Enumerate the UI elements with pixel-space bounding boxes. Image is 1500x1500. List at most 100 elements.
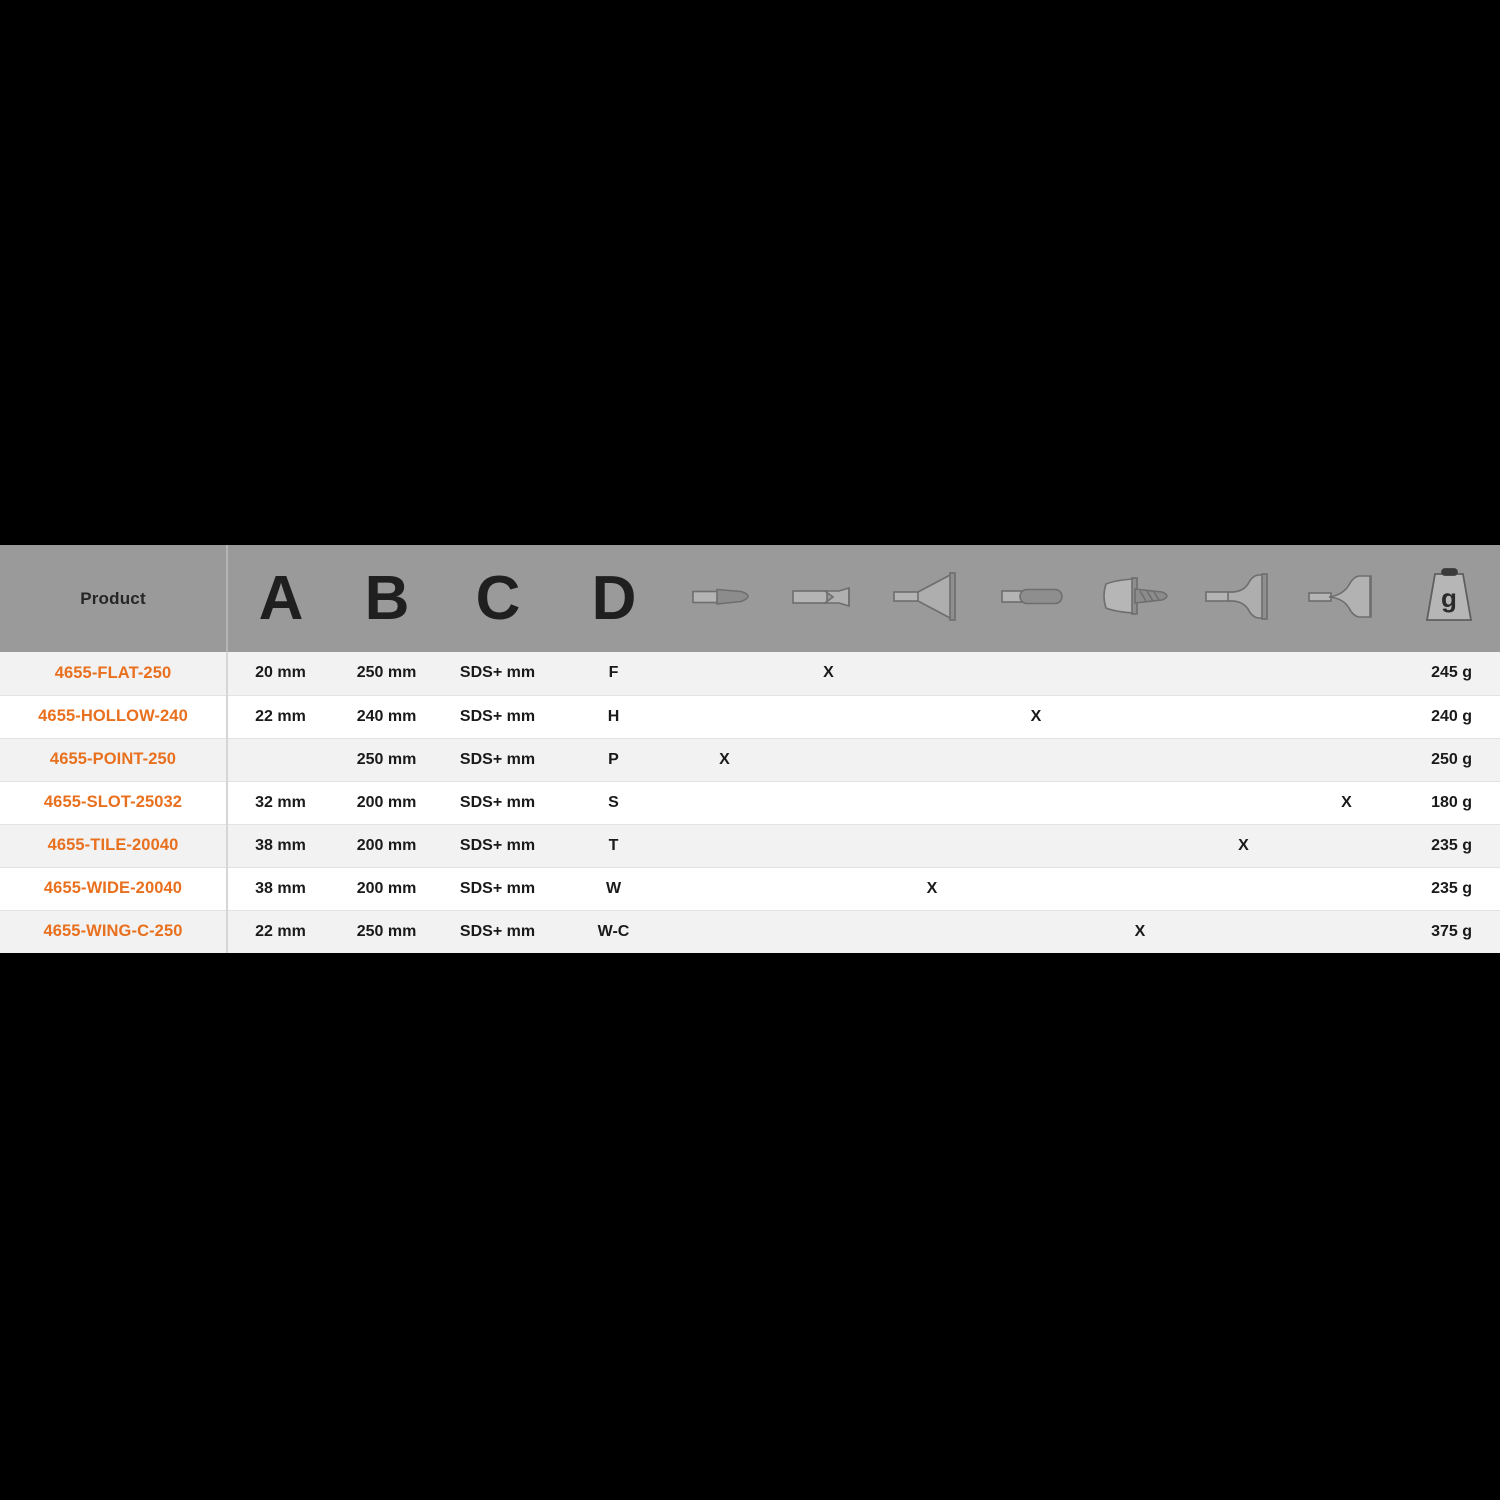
column-header-flat-chisel [777, 545, 880, 652]
column-header-hollow-chisel [984, 545, 1088, 652]
availability-mark-cell-hollow [984, 866, 1088, 910]
column-header-wing-chisel [1088, 545, 1192, 652]
dimension-cell-b: 240 mm [333, 694, 440, 738]
dimension-cell-a [227, 737, 333, 781]
availability-mark-cell-flat [777, 823, 880, 867]
column-header-tile-chisel [1192, 545, 1295, 652]
availability-mark-cell-wing [1088, 737, 1192, 781]
availability-mark-cell-wing [1088, 652, 1192, 695]
table-row: 4655-WING-C-250 22 mm 250 mm SDS+ mm W-C X 375… [0, 909, 1500, 953]
availability-mark-cell-tile [1192, 737, 1295, 781]
column-header-product: Product [0, 545, 228, 652]
availability-mark-cell-wide [880, 652, 984, 695]
product-code-cell[interactable]: 4655-SLOT-25032 [0, 780, 228, 824]
availability-mark-cell-wide [880, 823, 984, 867]
table-row: 4655-WIDE-20040 38 mm 200 mm SDS+ mm W X 235 g [0, 866, 1500, 910]
product-spec-table-container: Product A B C D g 4655-FLAT-250 20 mm 25… [0, 545, 1500, 953]
svg-text:g: g [1441, 583, 1457, 613]
availability-mark-cell-tile [1192, 652, 1295, 695]
column-header-weight: g [1398, 545, 1500, 652]
column-header-point-chisel [672, 545, 777, 652]
table-header: Product A B C D g [0, 545, 1500, 652]
dimension-cell-c: SDS+ mm [440, 780, 555, 824]
weight-cell: 245 g [1431, 664, 1472, 682]
dimension-cell-d: F [608, 664, 619, 682]
availability-mark-cell-wide [880, 737, 984, 781]
product-spec-table: Product A B C D g 4655-FLAT-250 20 mm 25… [0, 545, 1500, 953]
dimension-cell-c: SDS+ mm [440, 866, 555, 910]
table-body: 4655-FLAT-250 20 mm 250 mm SDS+ mm F X 245 g 46… [0, 652, 1500, 953]
column-header-slot-chisel [1295, 545, 1398, 652]
dimension-cell-d: H [555, 694, 672, 738]
dimension-cell-b: 250 mm [333, 737, 440, 781]
weight-cell: 240 g [1398, 694, 1500, 738]
product-code-cell[interactable]: 4655-HOLLOW-240 [0, 694, 228, 738]
availability-mark-cell-point [672, 909, 777, 953]
page-canvas: Product A B C D g 4655-FLAT-250 20 mm 25… [0, 0, 1500, 1500]
weight-cell: 375 g [1398, 909, 1500, 953]
availability-mark-cell-wing [1088, 694, 1192, 738]
dimension-cell-c: SDS+ mm [440, 737, 555, 781]
dimension-cell-a: 22 mm [227, 694, 333, 738]
column-header-c: C [475, 563, 521, 633]
flat-chisel-icon [783, 560, 875, 632]
weight-cell: 180 g [1398, 780, 1500, 824]
availability-mark-cell-point [672, 652, 777, 695]
table-row: 4655-SLOT-25032 32 mm 200 mm SDS+ mm S X 180 g [0, 780, 1500, 824]
tile-chisel-icon [1198, 560, 1290, 632]
availability-mark-cell-wing: X [1088, 909, 1192, 953]
availability-mark-cell-point [672, 823, 777, 867]
table-row: 4655-FLAT-250 20 mm 250 mm SDS+ mm F X 245 g [0, 652, 1500, 695]
availability-mark-cell-slot [1295, 694, 1398, 738]
table-header-row: Product A B C D g [0, 545, 1500, 652]
product-code-cell[interactable]: 4655-TILE-20040 [0, 823, 228, 867]
dimension-cell-c: SDS+ mm [440, 823, 555, 867]
dimension-cell-b: 200 mm [333, 866, 440, 910]
wing-chisel-icon [1094, 560, 1186, 632]
availability-mark-cell-slot: X [1295, 780, 1398, 824]
dimension-cell-d: W-C [555, 909, 672, 953]
availability-mark-cell-flat [777, 780, 880, 824]
wide-chisel-icon [886, 560, 978, 632]
availability-mark-cell-tile [1192, 909, 1295, 953]
availability-mark-cell-wide [880, 694, 984, 738]
weight-cell: 235 g [1398, 866, 1500, 910]
availability-mark-cell-hollow [984, 780, 1088, 824]
availability-mark-cell-flat [777, 866, 880, 910]
column-header-wide-chisel [880, 545, 984, 652]
product-code-cell[interactable]: 4655-FLAT-250 [0, 652, 228, 695]
availability-mark-cell-flat: X [823, 664, 834, 682]
availability-mark-cell-wing [1088, 823, 1192, 867]
dimension-cell-b: 250 mm [333, 909, 440, 953]
weight-cell: 250 g [1398, 737, 1500, 781]
availability-mark-cell-hollow [984, 652, 1088, 695]
product-code-cell[interactable]: 4655-POINT-250 [0, 737, 228, 781]
availability-mark-cell-point: X [672, 737, 777, 781]
product-code-cell[interactable]: 4655-WIDE-20040 [0, 866, 228, 910]
dimension-cell-c: SDS+ mm [440, 909, 555, 953]
availability-mark-cell-wing [1088, 780, 1192, 824]
availability-mark-cell-slot [1295, 652, 1398, 695]
availability-mark-cell-wing [1088, 866, 1192, 910]
availability-mark-cell-hollow: X [984, 694, 1088, 738]
column-header-b: B [364, 563, 410, 633]
dimension-cell-a: 38 mm [227, 823, 333, 867]
table-row: 4655-POINT-250 250 mm SDS+ mm P X 250 g [0, 737, 1500, 781]
dimension-cell-a: 38 mm [227, 866, 333, 910]
weight-icon: g [1403, 560, 1495, 632]
availability-mark-cell-tile [1192, 694, 1295, 738]
dimension-cell-d: W [555, 866, 672, 910]
availability-mark-cell-hollow [984, 737, 1088, 781]
column-header-d: D [591, 563, 637, 633]
availability-mark-cell-tile [1192, 866, 1295, 910]
dimension-cell-a: 20 mm [255, 664, 306, 682]
availability-mark-cell-tile: X [1192, 823, 1295, 867]
table-row: 4655-HOLLOW-240 22 mm 240 mm SDS+ mm H X 240 g [0, 694, 1500, 738]
dimension-cell-c: SDS+ mm [459, 664, 536, 682]
availability-mark-cell-slot [1295, 737, 1398, 781]
product-code-cell[interactable]: 4655-WING-C-250 [0, 909, 228, 953]
dimension-cell-d: P [555, 737, 672, 781]
availability-mark-cell-point [672, 694, 777, 738]
slot-chisel-icon [1301, 560, 1393, 632]
dimension-cell-b: 200 mm [333, 780, 440, 824]
